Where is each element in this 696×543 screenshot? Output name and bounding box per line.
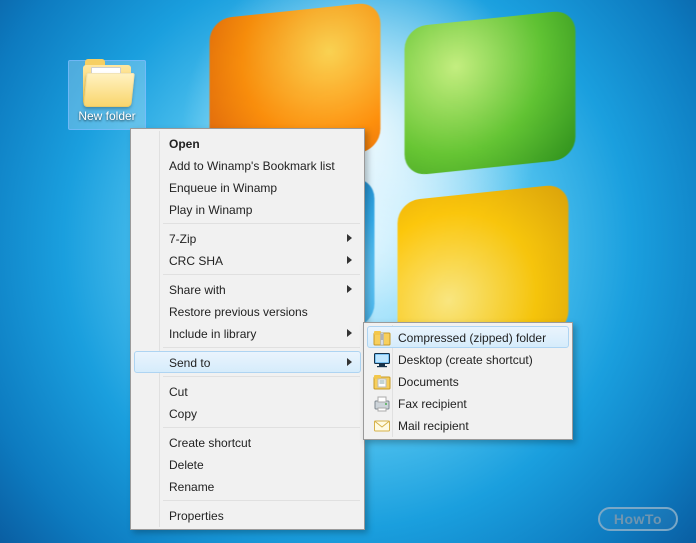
watermark-label: HowTo — [614, 511, 662, 527]
menu-separator — [163, 427, 360, 428]
context-menu: Open Add to Winamp's Bookmark list Enque… — [130, 128, 365, 530]
menu-cut[interactable]: Cut — [134, 380, 361, 402]
submenu-documents[interactable]: Documents — [367, 370, 569, 392]
submenu-label: Documents — [398, 375, 459, 389]
send-to-submenu: Compressed (zipped) folder Desktop (crea… — [363, 322, 573, 440]
menu-crc-sha[interactable]: CRC SHA — [134, 249, 361, 271]
menu-delete[interactable]: Delete — [134, 453, 361, 475]
desktop-icon — [373, 351, 391, 369]
documents-icon — [373, 373, 391, 391]
menu-create-shortcut[interactable]: Create shortcut — [134, 431, 361, 453]
submenu-arrow-icon — [347, 256, 352, 264]
menu-label: Add to Winamp's Bookmark list — [169, 159, 335, 173]
menu-label: Create shortcut — [169, 436, 251, 450]
menu-open-label: Open — [169, 137, 200, 151]
menu-label: 7-Zip — [169, 232, 196, 246]
menu-label: CRC SHA — [169, 254, 223, 268]
menu-separator — [163, 274, 360, 275]
submenu-label: Compressed (zipped) folder — [398, 331, 546, 345]
menu-separator — [163, 223, 360, 224]
menu-label: Cut — [169, 385, 188, 399]
menu-rename[interactable]: Rename — [134, 475, 361, 497]
menu-enqueue-winamp[interactable]: Enqueue in Winamp — [134, 176, 361, 198]
menu-open[interactable]: Open — [134, 132, 361, 154]
howto-watermark: HowTo — [598, 507, 678, 531]
desktop-folder-icon[interactable]: New folder — [68, 60, 146, 130]
fax-icon — [373, 395, 391, 413]
menu-label: Play in Winamp — [169, 203, 252, 217]
zipped-folder-icon — [373, 329, 391, 347]
menu-label: Enqueue in Winamp — [169, 181, 277, 195]
menu-copy[interactable]: Copy — [134, 402, 361, 424]
menu-separator — [163, 500, 360, 501]
menu-add-winamp-bookmark[interactable]: Add to Winamp's Bookmark list — [134, 154, 361, 176]
menu-label: Properties — [169, 509, 224, 523]
submenu-arrow-icon — [347, 329, 352, 337]
submenu-compressed-folder[interactable]: Compressed (zipped) folder — [367, 326, 569, 348]
menu-play-winamp[interactable]: Play in Winamp — [134, 198, 361, 220]
menu-separator — [163, 376, 360, 377]
menu-separator — [163, 347, 360, 348]
submenu-arrow-icon — [347, 285, 352, 293]
submenu-label: Desktop (create shortcut) — [398, 353, 533, 367]
menu-label: Rename — [169, 480, 214, 494]
submenu-label: Fax recipient — [398, 397, 467, 411]
menu-send-to[interactable]: Send to — [134, 351, 361, 373]
menu-label: Delete — [169, 458, 204, 472]
desktop-icon-label: New folder — [71, 109, 143, 123]
submenu-arrow-icon — [347, 358, 352, 366]
menu-label: Send to — [169, 356, 210, 370]
menu-restore-previous-versions[interactable]: Restore previous versions — [134, 300, 361, 322]
menu-label: Restore previous versions — [169, 305, 308, 319]
mail-icon — [373, 417, 391, 435]
submenu-fax-recipient[interactable]: Fax recipient — [367, 392, 569, 414]
submenu-desktop-shortcut[interactable]: Desktop (create shortcut) — [367, 348, 569, 370]
menu-share-with[interactable]: Share with — [134, 278, 361, 300]
submenu-arrow-icon — [347, 234, 352, 242]
desktop-background[interactable]: New folder Open Add to Winamp's Bookmark… — [0, 0, 696, 543]
submenu-label: Mail recipient — [398, 419, 469, 433]
menu-label: Share with — [169, 283, 226, 297]
menu-properties[interactable]: Properties — [134, 504, 361, 526]
menu-label: Copy — [169, 407, 197, 421]
menu-label: Include in library — [169, 327, 256, 341]
menu-include-in-library[interactable]: Include in library — [134, 322, 361, 344]
menu-7zip[interactable]: 7-Zip — [134, 227, 361, 249]
folder-icon — [83, 65, 131, 105]
submenu-mail-recipient[interactable]: Mail recipient — [367, 414, 569, 436]
